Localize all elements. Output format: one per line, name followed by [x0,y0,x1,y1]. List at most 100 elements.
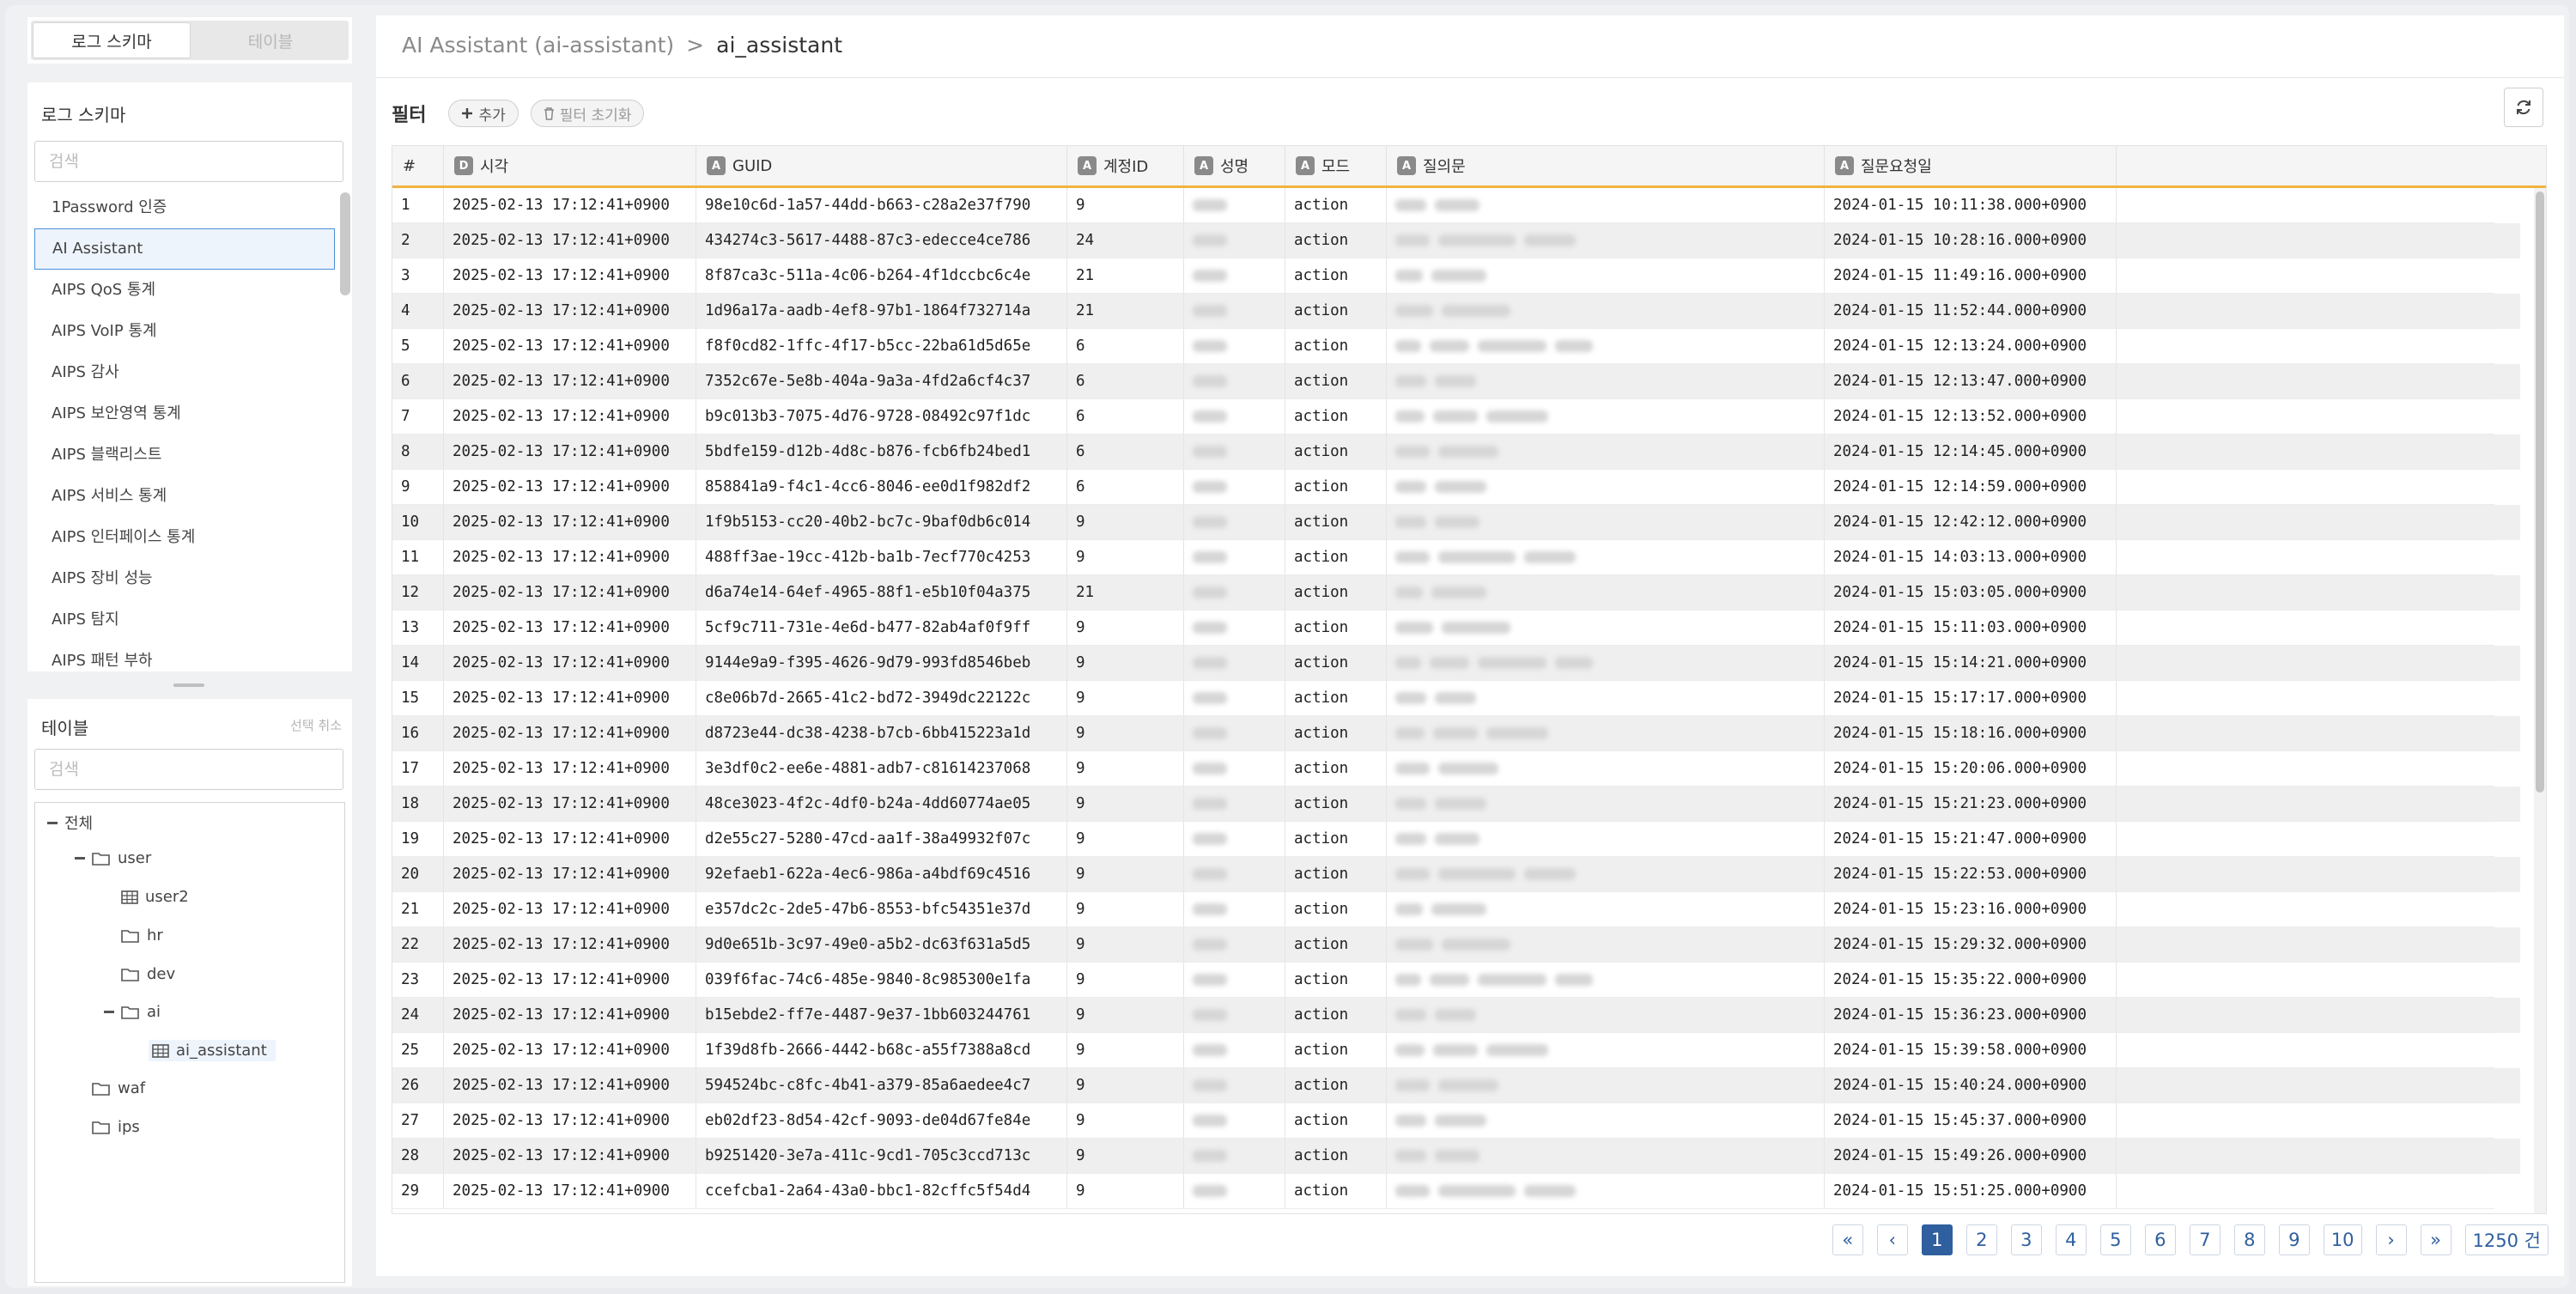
table-cell[interactable] [1387,294,1825,329]
table-cell[interactable]: 2024-01-15 15:39:58.000+0900 [1825,1033,2117,1068]
table-row[interactable]: 5 2025-02-13 17:12:41+0900 f8f0cd82-1ffc-4… [392,329,2520,364]
table-cell[interactable]: action [1285,787,1387,822]
table-row[interactable]: 10 2025-02-13 17:12:41+0900 1f9b5153-cc20-… [392,505,2520,540]
first-page-button[interactable]: « [1832,1224,1863,1255]
table-row[interactable]: 24 2025-02-13 17:12:41+0900 b15ebde2-ff7e-… [392,998,2520,1033]
table-cell[interactable] [1184,963,1285,998]
table-cell[interactable]: 9 [1067,611,1184,646]
page-button[interactable]: 3 [2010,1224,2042,1255]
table-cell[interactable]: 16 [392,716,444,751]
schema-list-item[interactable]: AIPS 인터페이스 통계 [34,517,335,558]
column-header[interactable]: A 질문요청일 [1825,146,2117,185]
table-cell[interactable] [1387,892,1825,927]
table-cell[interactable]: e357dc2c-2de5-47b6-8553-bfc54351e37d [696,892,1067,927]
table-cell[interactable]: 9 [1067,188,1184,223]
table-cell[interactable]: 9 [1067,927,1184,963]
table-cell[interactable]: 9 [1067,963,1184,998]
table-cell[interactable]: 9 [1067,998,1184,1033]
table-cell[interactable]: action [1285,223,1387,258]
table-cell[interactable]: 9 [1067,716,1184,751]
table-row[interactable]: 16 2025-02-13 17:12:41+0900 d8723e44-dc38-… [392,716,2520,751]
table-cell[interactable] [1387,540,1825,575]
table-row[interactable]: 1 2025-02-13 17:12:41+0900 98e10c6d-1a57-4… [392,188,2520,223]
table-cell[interactable]: 434274c3-5617-4488-87c3-edecce4ce786 [696,223,1067,258]
table-cell[interactable] [2117,1174,2494,1209]
table-cell[interactable] [2117,927,2494,963]
table-cell[interactable] [1184,1174,1285,1209]
table-cell[interactable]: 2025-02-13 17:12:41+0900 [444,294,696,329]
schema-list-item[interactable]: AIPS 패턴 부하 [34,641,335,668]
page-button[interactable]: 10 [2323,1224,2362,1255]
last-page-button[interactable]: » [2420,1224,2451,1255]
table-cell[interactable]: 2024-01-15 12:13:47.000+0900 [1825,364,2117,399]
table-cell[interactable]: 2024-01-15 10:28:16.000+0900 [1825,223,2117,258]
table-cell[interactable]: 1f39d8fb-2666-4442-b68c-a55f7388a8cd [696,1033,1067,1068]
table-cell[interactable] [1387,505,1825,540]
table-cell[interactable] [1184,434,1285,470]
schema-list-item[interactable]: AIPS 블랙리스트 [34,434,335,476]
column-header[interactable]: A 성명 [1184,146,1285,185]
table-cell[interactable]: 6 [1067,399,1184,434]
grid-scrollbar-track[interactable] [2534,188,2546,1213]
table-cell[interactable]: action [1285,434,1387,470]
table-cell[interactable] [1184,681,1285,716]
table-cell[interactable] [2117,857,2494,892]
table-cell[interactable]: 2025-02-13 17:12:41+0900 [444,434,696,470]
table-cell[interactable]: action [1285,329,1387,364]
schema-list-item[interactable]: AIPS 보안영역 통계 [34,393,335,434]
table-cell[interactable] [1387,646,1825,681]
table-cell[interactable]: 9 [1067,822,1184,857]
table-cell[interactable] [1184,857,1285,892]
schema-scrollbar[interactable] [340,192,350,295]
table-cell[interactable]: 9 [1067,540,1184,575]
table-row[interactable]: 15 2025-02-13 17:12:41+0900 c8e06b7d-2665-… [392,681,2520,716]
table-cell[interactable] [2117,963,2494,998]
table-cell[interactable]: 2024-01-15 15:18:16.000+0900 [1825,716,2117,751]
table-cell[interactable]: 6 [392,364,444,399]
page-button[interactable]: 2 [1965,1224,1997,1255]
table-cell[interactable]: 2025-02-13 17:12:41+0900 [444,857,696,892]
tree-node-dev[interactable]: dev [121,965,175,983]
table-cell[interactable]: 2025-02-13 17:12:41+0900 [444,223,696,258]
schema-list-item[interactable]: AIPS 감사 [34,352,335,393]
table-row[interactable]: 3 2025-02-13 17:12:41+0900 8f87ca3c-511a-4… [392,258,2520,294]
table-cell[interactable]: 2025-02-13 17:12:41+0900 [444,1033,696,1068]
page-button[interactable]: 7 [2189,1224,2221,1255]
table-cell[interactable]: action [1285,1103,1387,1139]
table-cell[interactable]: 2024-01-15 15:20:06.000+0900 [1825,751,2117,787]
table-cell[interactable]: 17 [392,751,444,787]
table-cell[interactable]: 2025-02-13 17:12:41+0900 [444,963,696,998]
tree-node-ai-assistant[interactable]: ai_assistant [149,1040,276,1061]
total-count[interactable]: 1250 건 [2464,1224,2549,1255]
table-cell[interactable]: 2025-02-13 17:12:41+0900 [444,1103,696,1139]
table-cell[interactable]: 2025-02-13 17:12:41+0900 [444,329,696,364]
table-cell[interactable] [1184,505,1285,540]
table-cell[interactable]: 2025-02-13 17:12:41+0900 [444,646,696,681]
table-cell[interactable] [1184,258,1285,294]
table-cell[interactable]: 039f6fac-74c6-485e-9840-8c985300e1fa [696,963,1067,998]
table-cell[interactable] [2117,822,2494,857]
table-cell[interactable]: 9d0e651b-3c97-49e0-a5b2-dc63f631a5d5 [696,927,1067,963]
table-cell[interactable]: 9 [392,470,444,505]
table-cell[interactable] [1184,188,1285,223]
table-cell[interactable]: action [1285,1068,1387,1103]
table-cell[interactable]: 18 [392,787,444,822]
table-cell[interactable] [1184,751,1285,787]
table-cell[interactable]: 2024-01-15 15:40:24.000+0900 [1825,1068,2117,1103]
table-cell[interactable]: action [1285,258,1387,294]
tree-node-hr[interactable]: hr [121,926,163,945]
page-button[interactable]: 4 [2055,1224,2087,1255]
table-cell[interactable] [1184,329,1285,364]
table-cell[interactable]: 14 [392,646,444,681]
table-cell[interactable]: 8f87ca3c-511a-4c06-b264-4f1dccbc6c4e [696,258,1067,294]
table-cell[interactable]: 9 [1067,1139,1184,1174]
table-cell[interactable]: 12 [392,575,444,611]
table-cell[interactable] [1387,787,1825,822]
table-cell[interactable]: 9144e9a9-f395-4626-9d79-993fd8546beb [696,646,1067,681]
table-cell[interactable]: 2025-02-13 17:12:41+0900 [444,1139,696,1174]
table-cell[interactable]: action [1285,681,1387,716]
table-cell[interactable] [1387,998,1825,1033]
table-row[interactable]: 4 2025-02-13 17:12:41+0900 1d96a17a-aadb-4… [392,294,2520,329]
table-cell[interactable]: 22 [392,927,444,963]
table-cell[interactable]: 7352c67e-5e8b-404a-9a3a-4fd2a6cf4c37 [696,364,1067,399]
